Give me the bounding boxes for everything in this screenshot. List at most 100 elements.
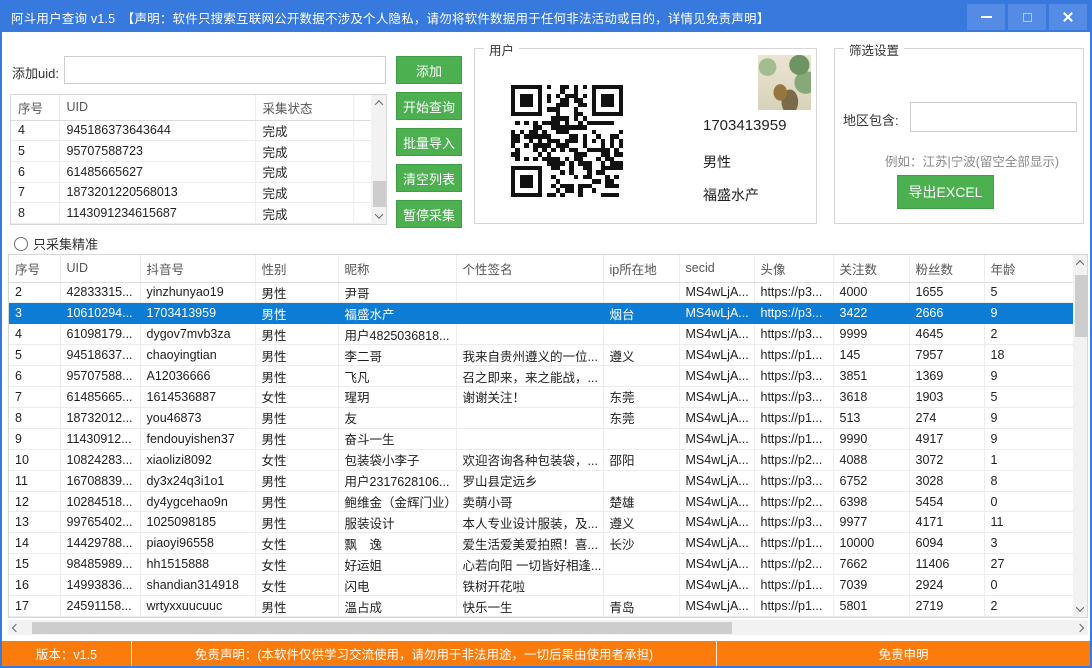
scroll-up-arrow[interactable] bbox=[1073, 255, 1087, 271]
column-header[interactable]: 头像 bbox=[754, 255, 833, 282]
titlebar[interactable]: 阿斗用户查询 v1.5 【声明：软件只搜索互联网公开数据不涉及个人隐私，请勿将软… bbox=[2, 2, 1090, 32]
cell: dy3x24q3i1o1 bbox=[140, 470, 255, 491]
queue-row[interactable]: 661485665627完成 bbox=[11, 161, 371, 182]
pause-collect-button[interactable]: 暂停采集 bbox=[396, 200, 462, 228]
user-row[interactable]: 695707588...A12036666男性飞凡召之即来，来之能战，...MS… bbox=[9, 366, 1073, 387]
column-header[interactable]: 序号 bbox=[11, 95, 59, 120]
user-row[interactable]: 594518637...chaoyingtian男性李二哥我来自贵州遵义的一位.… bbox=[9, 345, 1073, 366]
column-header[interactable]: 年龄 bbox=[984, 255, 1073, 282]
user-row[interactable]: 1598485989...hh1515888女性好运姐心若向阳 一切皆好相逢..… bbox=[9, 554, 1073, 575]
status-bar: 版本：v1.5 免责声明：(本软件仅供学习交流使用，请勿用于非法用途，一切后果由… bbox=[2, 641, 1090, 666]
user-row[interactable]: 1210284518...dy4ygcehao9n男性鲍维金（金辉门业）卖萌小哥… bbox=[9, 491, 1073, 512]
column-header[interactable]: 关注数 bbox=[833, 255, 909, 282]
queue-row[interactable]: 4945186373643644完成 bbox=[11, 120, 371, 141]
cell: https://p1... bbox=[754, 345, 833, 366]
column-header[interactable]: 性别 bbox=[255, 255, 338, 282]
scrollbar-thumb[interactable] bbox=[373, 181, 386, 207]
column-header[interactable]: secid bbox=[679, 255, 754, 282]
minimize-button[interactable] bbox=[967, 4, 1005, 30]
column-header[interactable]: 采集状态 bbox=[255, 95, 353, 120]
scroll-right-arrow[interactable] bbox=[1072, 620, 1088, 635]
column-header[interactable]: 序号 bbox=[9, 255, 60, 282]
column-header[interactable]: UID bbox=[60, 255, 140, 282]
cell: 完成 bbox=[255, 182, 353, 203]
scroll-down-arrow[interactable] bbox=[1073, 601, 1087, 617]
user-avatar-image bbox=[758, 55, 811, 110]
clear-list-button[interactable]: 清空列表 bbox=[396, 164, 462, 192]
user-row[interactable]: 310610294...1703413959男性福盛水产烟台MS4wLjA...… bbox=[9, 303, 1073, 324]
column-header[interactable]: 昵称 bbox=[338, 255, 456, 282]
cell bbox=[603, 282, 679, 303]
results-vertical-scrollbar[interactable] bbox=[1073, 255, 1087, 617]
queue-vertical-scrollbar[interactable] bbox=[371, 95, 386, 224]
scrollbar-track[interactable] bbox=[24, 620, 1072, 635]
cell: 男性 bbox=[255, 303, 338, 324]
results-table-grid: 序号UID抖音号性别昵称个性签名ip所在地secid头像关注数粉丝数年龄 242… bbox=[9, 255, 1073, 617]
user-row[interactable]: 461098179...dygov7mvb3za男性用户4825036818..… bbox=[9, 324, 1073, 345]
user-row[interactable]: 1724591158...wrtyxxuucuuc男性溫占成快乐一生青岛MS4w… bbox=[9, 596, 1073, 617]
region-filter-input[interactable] bbox=[910, 102, 1077, 132]
cell: 4917 bbox=[909, 428, 984, 449]
user-row[interactable]: 1399765402...1025098185男性服装设计本人专业设计服装，及.… bbox=[9, 512, 1073, 533]
disclaimer-button[interactable]: 免责申明 bbox=[717, 641, 1090, 666]
cell: 4171 bbox=[909, 512, 984, 533]
user-row[interactable]: 1010824283...xiaolizi8092女性包装袋小李子欢迎咨询各种包… bbox=[9, 449, 1073, 470]
cell: 1655 bbox=[909, 282, 984, 303]
export-excel-button[interactable]: 导出EXCEL bbox=[897, 175, 994, 209]
column-header[interactable]: UID bbox=[59, 95, 255, 120]
close-button[interactable] bbox=[1049, 4, 1087, 30]
batch-import-button[interactable]: 批量导入 bbox=[396, 128, 462, 156]
cell: 94518637... bbox=[60, 345, 140, 366]
maximize-button[interactable] bbox=[1008, 4, 1046, 30]
scroll-down-arrow[interactable] bbox=[371, 208, 386, 224]
queue-row[interactable]: 81143091234615687完成 bbox=[11, 203, 371, 224]
scrollbar-thumb[interactable] bbox=[1075, 275, 1088, 337]
user-row[interactable]: 242833315...yinzhunyao19男性尹哥MS4wLjA...ht… bbox=[9, 282, 1073, 303]
cell bbox=[603, 554, 679, 575]
scroll-left-arrow[interactable] bbox=[8, 620, 24, 635]
user-row[interactable]: 761485665...1614536887女性瑆玥谢谢关注！东莞MS4wLjA… bbox=[9, 387, 1073, 408]
user-row[interactable]: 1614993836...shandian314918女性闪电铁树开花啦MS4w… bbox=[9, 575, 1073, 596]
add-uid-input[interactable] bbox=[64, 56, 386, 84]
cell: 8 bbox=[9, 407, 60, 428]
cell: 3072 bbox=[909, 449, 984, 470]
cell: MS4wLjA... bbox=[679, 345, 754, 366]
cell: 飞凡 bbox=[338, 366, 456, 387]
user-row[interactable]: 911430912...fendouyishen37男性奋斗一生MS4wLjA.… bbox=[9, 428, 1073, 449]
cell: 男性 bbox=[255, 491, 338, 512]
cell: 24591158... bbox=[60, 596, 140, 617]
results-horizontal-scrollbar[interactable] bbox=[8, 620, 1088, 635]
user-row[interactable]: 1414429788...piaoyi96558女性飘 逸爱生活爱美爱拍照！喜.… bbox=[9, 533, 1073, 554]
cell: 18 bbox=[984, 345, 1073, 366]
precise-only-radio[interactable]: 只采集精准 bbox=[14, 234, 98, 253]
scroll-up-arrow[interactable] bbox=[371, 95, 386, 111]
cell: 61485665... bbox=[60, 387, 140, 408]
queue-row[interactable]: 595707588723完成 bbox=[11, 141, 371, 162]
cell: 6398 bbox=[833, 491, 909, 512]
cell: 7 bbox=[11, 182, 59, 203]
user-row[interactable]: 818732012...you46873男性友东莞MS4wLjA...https… bbox=[9, 407, 1073, 428]
cell: 我来自贵州遵义的一位... bbox=[456, 345, 603, 366]
filter-panel-title: 筛选设置 bbox=[844, 40, 904, 59]
column-header[interactable]: 粉丝数 bbox=[909, 255, 984, 282]
cell: 61485665627 bbox=[59, 161, 255, 182]
cell: 瑆玥 bbox=[338, 387, 456, 408]
cell: https://p3... bbox=[754, 324, 833, 345]
cell: 10 bbox=[9, 449, 60, 470]
start-query-button[interactable]: 开始查询 bbox=[396, 92, 462, 120]
queue-row[interactable]: 71873201220568013完成 bbox=[11, 182, 371, 203]
cell: 10824283... bbox=[60, 449, 140, 470]
cell bbox=[353, 120, 371, 141]
cell bbox=[353, 141, 371, 162]
main-table-body: 242833315...yinzhunyao19男性尹哥MS4wLjA...ht… bbox=[9, 282, 1073, 617]
column-header[interactable]: 个性签名 bbox=[456, 255, 603, 282]
scrollbar-thumb[interactable] bbox=[32, 622, 732, 634]
cell: 11430912... bbox=[60, 428, 140, 449]
radio-circle-icon bbox=[14, 237, 28, 251]
column-header[interactable]: ip所在地 bbox=[603, 255, 679, 282]
add-button[interactable]: 添加 bbox=[396, 56, 462, 84]
cell: 5454 bbox=[909, 491, 984, 512]
column-header[interactable]: 抖音号 bbox=[140, 255, 255, 282]
user-row[interactable]: 1116708839...dy3x24q3i1o1男性用户2317628106.… bbox=[9, 470, 1073, 491]
cell: https://p2... bbox=[754, 491, 833, 512]
